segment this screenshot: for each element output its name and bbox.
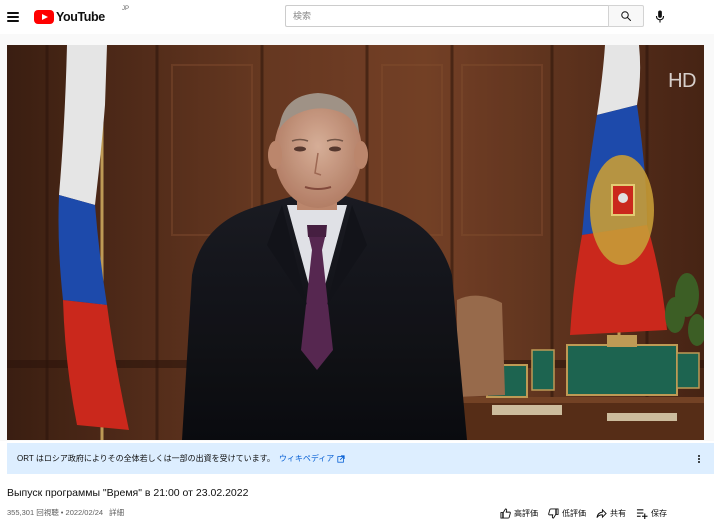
menu-icon[interactable]	[7, 11, 21, 23]
info-panel-text: ORT はロシア政府によりその全体若しくは一部の出資を受けています。	[17, 454, 275, 463]
external-link-icon	[337, 454, 345, 463]
more-details-link[interactable]: 詳細	[109, 508, 124, 517]
video-stats: 355,301 回視聴 • 2022/02/24 詳細	[7, 507, 124, 518]
dislike-button[interactable]: 低評価	[548, 507, 586, 519]
share-label: 共有	[610, 508, 626, 518]
playlist-add-icon	[636, 508, 648, 519]
thumbs-down-icon	[548, 507, 559, 519]
action-bar: 高評価 低評価 共有 保存	[500, 506, 677, 520]
search-button[interactable]	[608, 5, 644, 27]
info-panel-link[interactable]: ウィキペディア	[279, 453, 345, 464]
video-title: Выпуск программы "Время" в 21:00 от 23.0…	[7, 487, 249, 499]
view-count: 355,301 回視聴	[7, 508, 59, 517]
search-input[interactable]	[285, 5, 608, 27]
upload-date: 2022/02/24	[65, 508, 104, 517]
microphone-icon	[655, 9, 665, 23]
save-label: 保存	[651, 508, 667, 518]
info-panel-link-label: ウィキペディア	[278, 454, 335, 463]
video-frame	[7, 45, 704, 440]
search-icon	[621, 11, 631, 21]
video-player[interactable]: HD	[7, 45, 704, 440]
country-code: JP	[122, 6, 130, 12]
share-button[interactable]: 共有	[596, 508, 626, 519]
youtube-logo[interactable]: YouTube JP	[34, 6, 129, 25]
share-icon	[596, 508, 607, 518]
masthead: YouTube JP	[0, 0, 714, 34]
like-label: 高評価	[514, 508, 538, 518]
save-button[interactable]: 保存	[636, 508, 667, 519]
hd-badge: HD	[668, 70, 696, 92]
thumbs-up-icon	[500, 507, 511, 519]
voice-search-button[interactable]	[652, 8, 668, 24]
more-options-icon[interactable]	[694, 452, 704, 466]
dislike-label: 低評価	[562, 508, 586, 518]
youtube-play-icon	[34, 10, 54, 24]
info-panel: ORT はロシア政府によりその全体若しくは一部の出資を受けています。 ウィキペデ…	[7, 443, 714, 474]
stats-separator: •	[60, 508, 64, 517]
like-button[interactable]: 高評価	[500, 507, 538, 519]
logo-text: YouTube	[56, 10, 105, 24]
